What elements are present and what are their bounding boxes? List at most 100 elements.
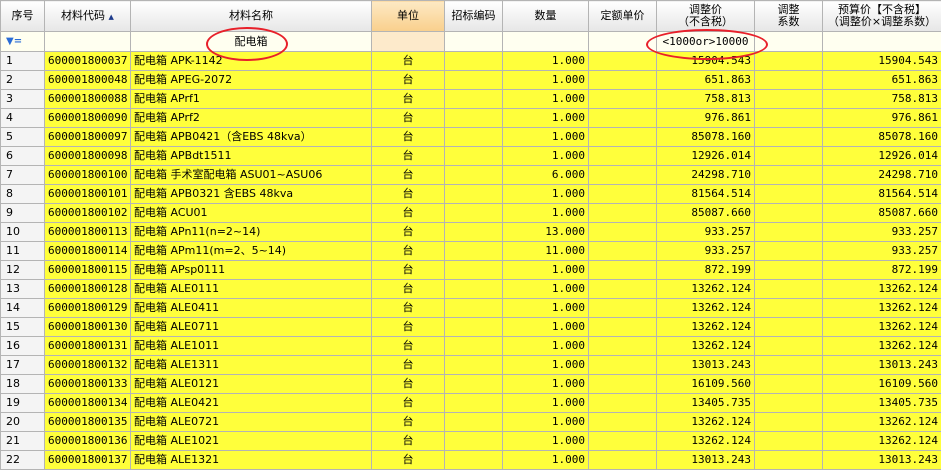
- quantity-cell[interactable]: 1.000: [502, 279, 589, 299]
- row-number-cell[interactable]: 16: [0, 336, 45, 356]
- quantity-cell[interactable]: 11.000: [502, 241, 589, 261]
- budget-price-cell[interactable]: 933.257: [822, 222, 941, 242]
- adjust-factor-cell[interactable]: [754, 412, 823, 432]
- row-number-cell[interactable]: 21: [0, 431, 45, 451]
- unit-cell[interactable]: 台: [371, 108, 445, 128]
- row-number-cell[interactable]: 1: [0, 51, 45, 71]
- unit-cell[interactable]: 台: [371, 51, 445, 71]
- quantity-cell[interactable]: 1.000: [502, 393, 589, 413]
- material-name-cell[interactable]: 配电箱 APrf1: [130, 89, 372, 109]
- table-row[interactable]: 8 600001800101 配电箱 APB0321 含EBS 48kva 台 1.00…: [0, 184, 941, 204]
- adjusted-price-cell[interactable]: 85087.660: [656, 203, 755, 223]
- filter-adj-factor[interactable]: [754, 31, 823, 52]
- adjust-factor-cell[interactable]: [754, 184, 823, 204]
- row-number-cell[interactable]: 12: [0, 260, 45, 280]
- quantity-cell[interactable]: 1.000: [502, 298, 589, 318]
- table-row[interactable]: 18 600001800133 配电箱 ALE0121 台 1.000 16109.560…: [0, 374, 941, 394]
- quota-price-cell[interactable]: [588, 355, 657, 375]
- row-number-cell[interactable]: 9: [0, 203, 45, 223]
- material-code-cell[interactable]: 600001800130: [44, 317, 131, 337]
- quantity-cell[interactable]: 6.000: [502, 165, 589, 185]
- adjusted-price-cell[interactable]: 13262.124: [656, 412, 755, 432]
- col-header-name[interactable]: 材料名称: [130, 0, 372, 32]
- material-name-cell[interactable]: 配电箱 ALE1011: [130, 336, 372, 356]
- adjust-factor-cell[interactable]: [754, 336, 823, 356]
- unit-cell[interactable]: 台: [371, 431, 445, 451]
- unit-cell[interactable]: 台: [371, 450, 445, 470]
- material-code-cell[interactable]: 600001800129: [44, 298, 131, 318]
- budget-price-cell[interactable]: 81564.514: [822, 184, 941, 204]
- unit-cell[interactable]: 台: [371, 317, 445, 337]
- quantity-cell[interactable]: 1.000: [502, 336, 589, 356]
- material-name-cell[interactable]: 配电箱 ALE1321: [130, 450, 372, 470]
- filter-unit[interactable]: [371, 31, 445, 52]
- bid-code-cell[interactable]: [444, 70, 503, 90]
- quantity-cell[interactable]: 1.000: [502, 127, 589, 147]
- material-code-cell[interactable]: 600001800136: [44, 431, 131, 451]
- adjust-factor-cell[interactable]: [754, 203, 823, 223]
- budget-price-cell[interactable]: 13262.124: [822, 317, 941, 337]
- row-number-cell[interactable]: 10: [0, 222, 45, 242]
- table-row[interactable]: 12 600001800115 配电箱 APsp0111 台 1.000 872.199 8…: [0, 260, 941, 280]
- quantity-cell[interactable]: 1.000: [502, 203, 589, 223]
- adjusted-price-cell[interactable]: 651.863: [656, 70, 755, 90]
- row-number-cell[interactable]: 20: [0, 412, 45, 432]
- row-number-cell[interactable]: 8: [0, 184, 45, 204]
- unit-cell[interactable]: 台: [371, 336, 445, 356]
- table-row[interactable]: 11 600001800114 配电箱 APm11(m=2、5~14) 台 11.000…: [0, 241, 941, 261]
- material-code-cell[interactable]: 600001800131: [44, 336, 131, 356]
- quota-price-cell[interactable]: [588, 184, 657, 204]
- quantity-cell[interactable]: 1.000: [502, 146, 589, 166]
- material-code-cell[interactable]: 600001800097: [44, 127, 131, 147]
- row-number-cell[interactable]: 14: [0, 298, 45, 318]
- unit-cell[interactable]: 台: [371, 70, 445, 90]
- adjusted-price-cell[interactable]: 85078.160: [656, 127, 755, 147]
- material-code-cell[interactable]: 600001800101: [44, 184, 131, 204]
- quota-price-cell[interactable]: [588, 412, 657, 432]
- filter-icon[interactable]: ▼=: [6, 36, 22, 47]
- budget-price-cell[interactable]: 16109.560: [822, 374, 941, 394]
- bid-code-cell[interactable]: [444, 127, 503, 147]
- material-code-cell[interactable]: 600001800132: [44, 355, 131, 375]
- material-name-cell[interactable]: 配电箱 APn11(n=2~14): [130, 222, 372, 242]
- adjust-factor-cell[interactable]: [754, 89, 823, 109]
- row-number-cell[interactable]: 3: [0, 89, 45, 109]
- adjusted-price-cell[interactable]: 13262.124: [656, 336, 755, 356]
- quantity-cell[interactable]: 1.000: [502, 108, 589, 128]
- filter-budget-price[interactable]: [822, 31, 941, 52]
- col-header-unit[interactable]: 单位: [371, 0, 445, 32]
- adjusted-price-cell[interactable]: 13262.124: [656, 279, 755, 299]
- adjusted-price-cell[interactable]: 872.199: [656, 260, 755, 280]
- unit-cell[interactable]: 台: [371, 222, 445, 242]
- material-name-cell[interactable]: 配电箱 ALE1021: [130, 431, 372, 451]
- col-header-qty[interactable]: 数量: [502, 0, 589, 32]
- quantity-cell[interactable]: 1.000: [502, 412, 589, 432]
- adjusted-price-cell[interactable]: 12926.014: [656, 146, 755, 166]
- bid-code-cell[interactable]: [444, 336, 503, 356]
- budget-price-cell[interactable]: 976.861: [822, 108, 941, 128]
- adjust-factor-cell[interactable]: [754, 127, 823, 147]
- adjusted-price-cell[interactable]: 13262.124: [656, 431, 755, 451]
- material-name-cell[interactable]: 配电箱 ALE1311: [130, 355, 372, 375]
- budget-price-cell[interactable]: 651.863: [822, 70, 941, 90]
- budget-price-cell[interactable]: 13262.124: [822, 298, 941, 318]
- adjust-factor-cell[interactable]: [754, 298, 823, 318]
- bid-code-cell[interactable]: [444, 450, 503, 470]
- col-header-bid-code[interactable]: 招标编码: [444, 0, 503, 32]
- unit-cell[interactable]: 台: [371, 241, 445, 261]
- row-number-cell[interactable]: 5: [0, 127, 45, 147]
- bid-code-cell[interactable]: [444, 146, 503, 166]
- bid-code-cell[interactable]: [444, 241, 503, 261]
- budget-price-cell[interactable]: 872.199: [822, 260, 941, 280]
- quota-price-cell[interactable]: [588, 241, 657, 261]
- quota-price-cell[interactable]: [588, 127, 657, 147]
- material-code-cell[interactable]: 600001800133: [44, 374, 131, 394]
- bid-code-cell[interactable]: [444, 108, 503, 128]
- budget-price-cell[interactable]: 758.813: [822, 89, 941, 109]
- table-row[interactable]: 1 600001800037 配电箱 APK-1142 台 1.000 15904.543…: [0, 51, 941, 71]
- bid-code-cell[interactable]: [444, 222, 503, 242]
- budget-price-cell[interactable]: 13013.243: [822, 355, 941, 375]
- unit-cell[interactable]: 台: [371, 184, 445, 204]
- row-number-cell[interactable]: 2: [0, 70, 45, 90]
- adjusted-price-cell[interactable]: 976.861: [656, 108, 755, 128]
